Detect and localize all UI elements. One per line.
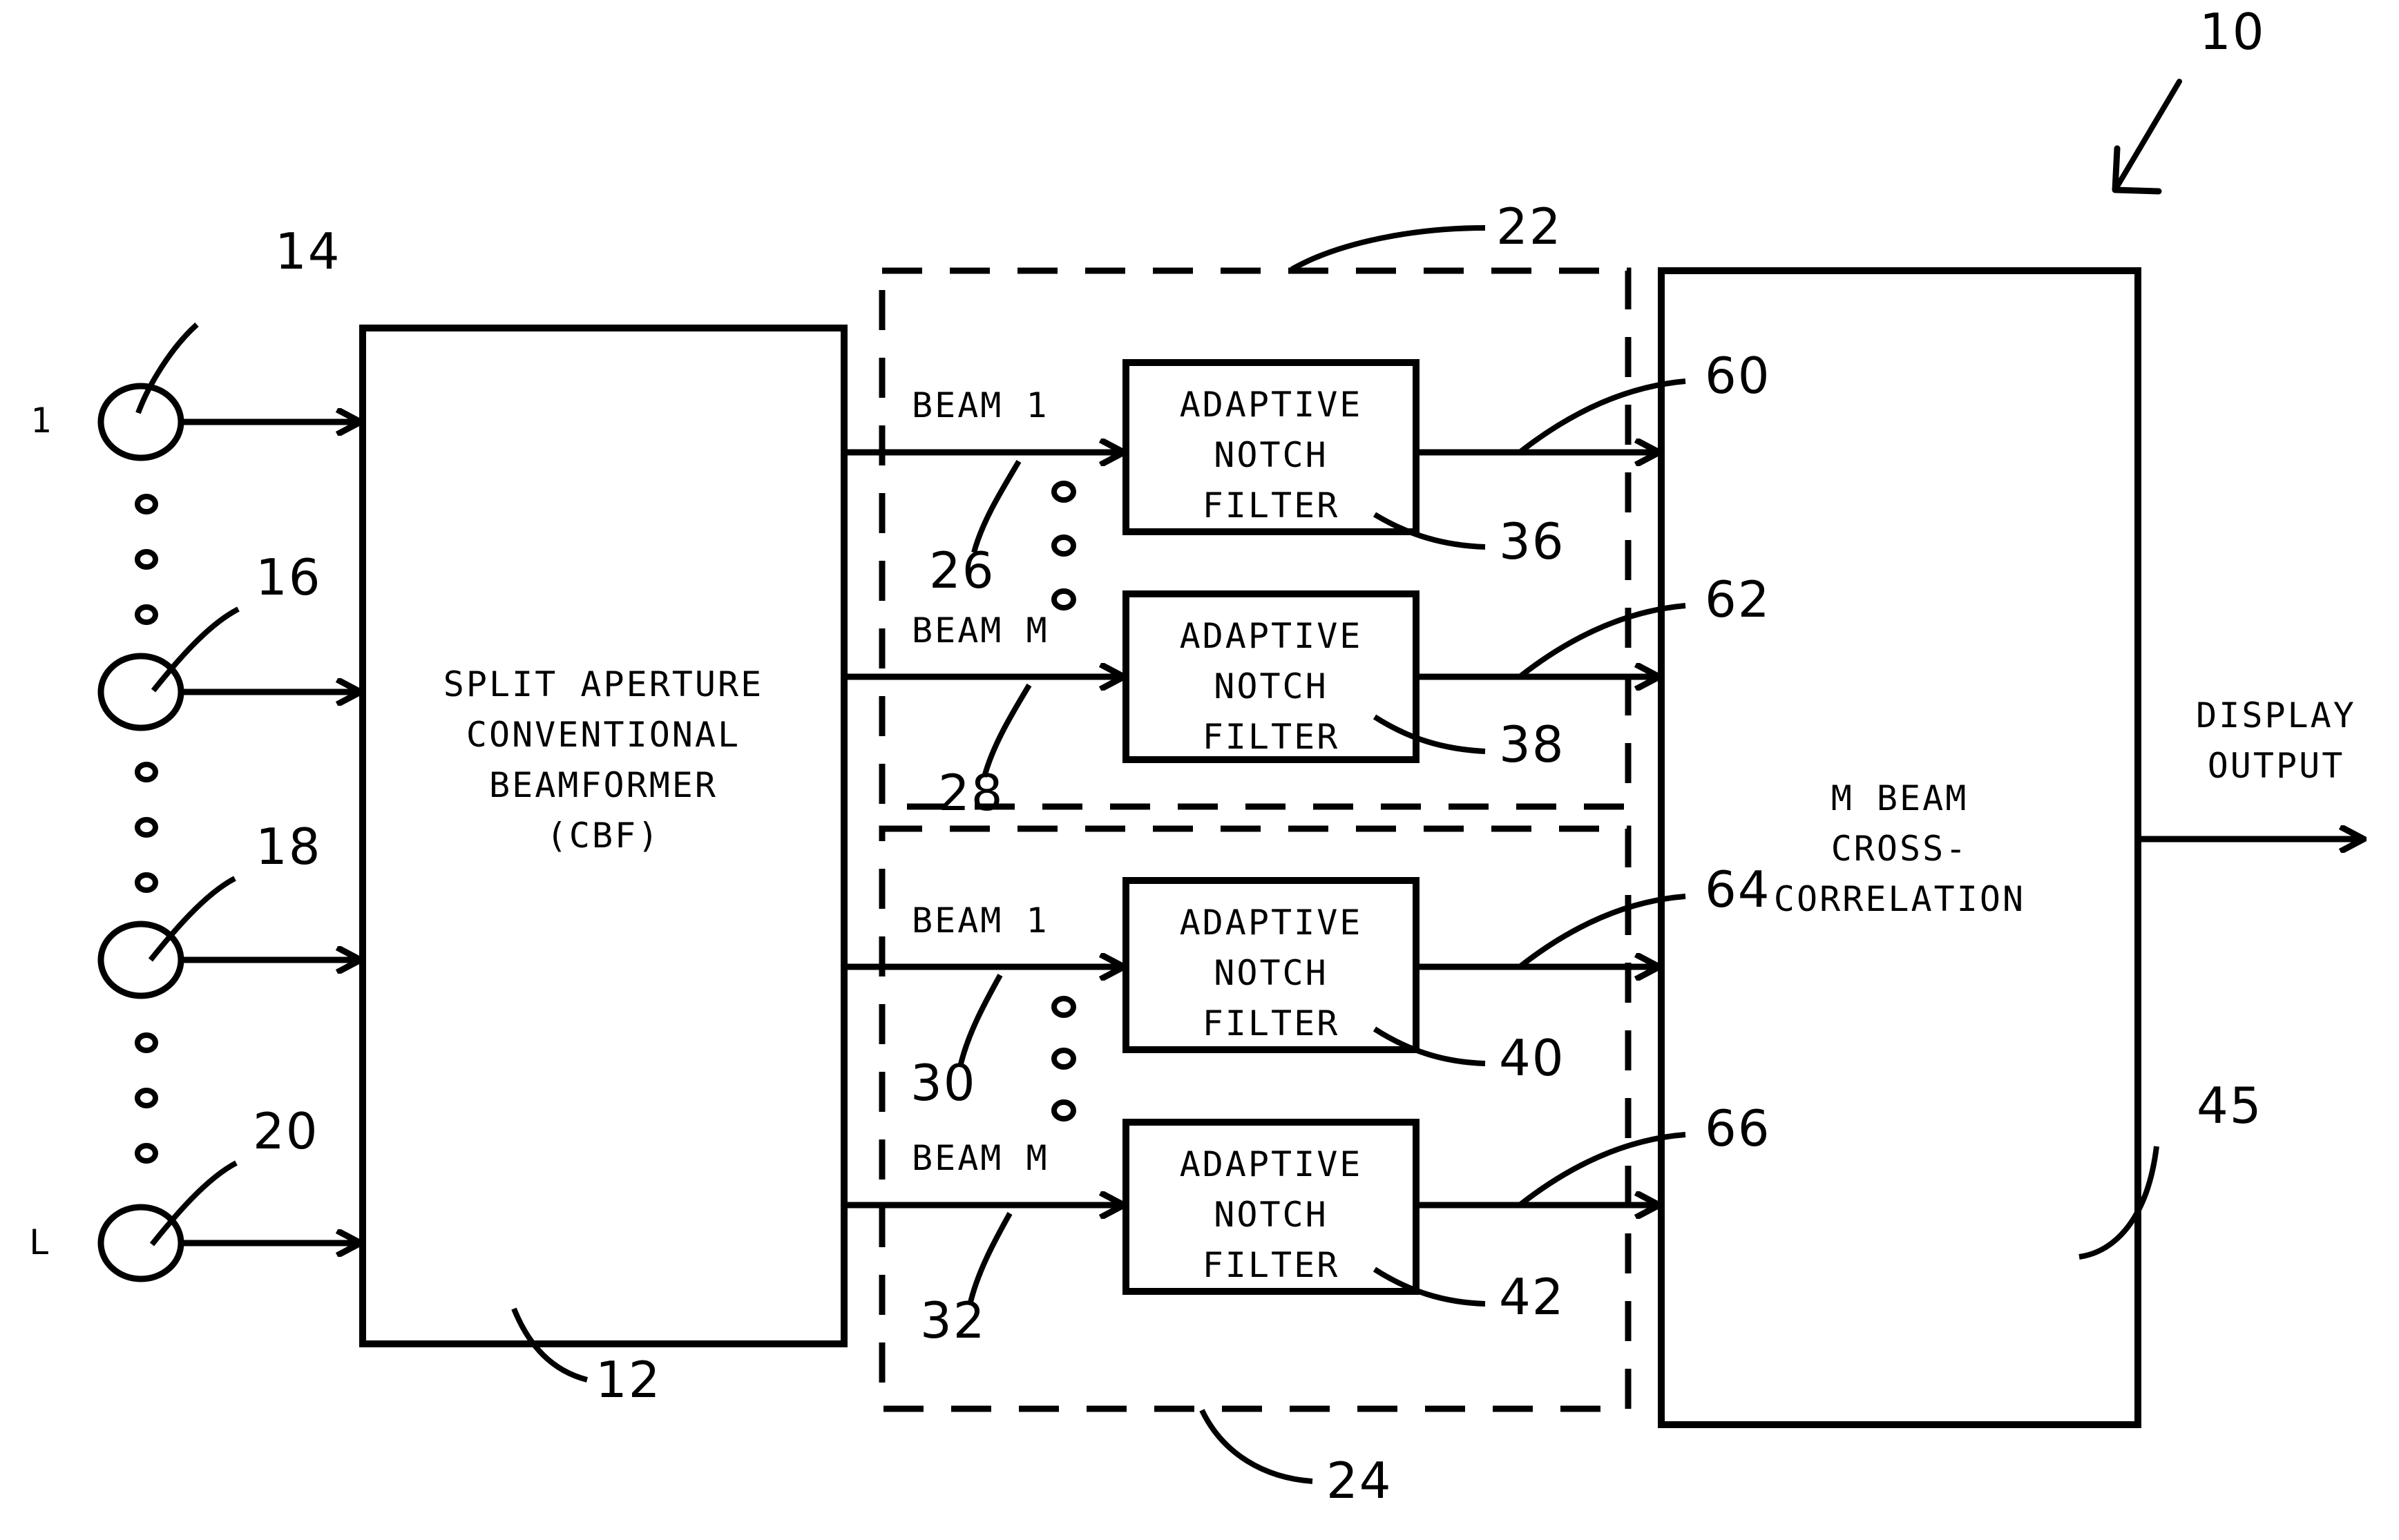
anf-title-upper-1-line1: ADAPTIVE xyxy=(1179,385,1363,425)
output-ref-62: 62 xyxy=(1705,570,1771,628)
anf-title-lower-1-line3: FILTER xyxy=(1202,1003,1340,1043)
anf-title-upper-1-line3: FILTER xyxy=(1202,485,1340,526)
anf-title-lower-1-line2: NOTCH xyxy=(1214,953,1328,993)
sensor-ref-18: 18 xyxy=(256,818,322,876)
anf-title-upper-2-line1: ADAPTIVE xyxy=(1179,616,1363,656)
figure-ref-10: 10 xyxy=(2199,3,2266,61)
cbf-block-title-line2: CONVENTIONAL xyxy=(466,715,741,755)
anf-ref-40: 40 xyxy=(1499,1029,1565,1087)
lower-group-ref-24: 24 xyxy=(1326,1452,1393,1510)
beam-label-lower-2: BEAM M xyxy=(912,1138,1049,1178)
figure-ref-10-leader xyxy=(2112,79,2182,195)
beam-label-upper-2: BEAM M xyxy=(912,610,1049,651)
anf-title-upper-2-line3: FILTER xyxy=(1202,717,1340,757)
anf-title-upper-1-line2: NOTCH xyxy=(1214,435,1328,475)
display-output-line1: DISPLAY xyxy=(2196,695,2356,735)
sensor-ref-16: 16 xyxy=(256,548,322,606)
anf-title-lower-2-line3: FILTER xyxy=(1202,1245,1340,1285)
beam-ref-32: 32 xyxy=(920,1291,986,1349)
anf-title-lower-2-line2: NOTCH xyxy=(1214,1195,1328,1235)
display-output-line2: OUTPUT xyxy=(2207,746,2345,786)
anf-title-upper-2-line2: NOTCH xyxy=(1214,666,1328,706)
sensor-ref-20: 20 xyxy=(253,1102,319,1160)
beam-label-lower-1: BEAM 1 xyxy=(912,901,1049,941)
sensor-label-first: 1 xyxy=(30,401,52,441)
sensor-array xyxy=(97,323,359,1282)
upper-group-ref-22: 22 xyxy=(1496,198,1562,256)
anf-title-lower-2-line1: ADAPTIVE xyxy=(1179,1144,1363,1184)
beam-ref-28: 28 xyxy=(938,764,1004,822)
correlator-title-line3: CORRELATION xyxy=(1773,879,2026,919)
cbf-block-title-line4: (CBF) xyxy=(546,816,661,856)
correlator-title-line2: CROSS- xyxy=(1831,829,1969,869)
cbf-block-ref-12: 12 xyxy=(595,1351,662,1409)
output-ref-66: 66 xyxy=(1705,1099,1771,1157)
sensor-ref-14: 14 xyxy=(275,222,341,280)
correlator-ref-45: 45 xyxy=(2197,1077,2263,1135)
anf-ref-38: 38 xyxy=(1499,715,1565,773)
beam-ref-26: 26 xyxy=(929,541,995,599)
anf-ref-42: 42 xyxy=(1499,1268,1565,1326)
beam-label-upper-1: BEAM 1 xyxy=(912,385,1049,425)
anf-title-lower-1-line1: ADAPTIVE xyxy=(1179,903,1363,943)
cbf-block-title-line1: SPLIT APERTURE xyxy=(443,664,764,704)
sensor-label-last: L xyxy=(29,1222,51,1262)
beam-ref-30: 30 xyxy=(910,1054,977,1112)
anf-ref-36: 36 xyxy=(1499,512,1565,570)
correlator-title-line1: M BEAM xyxy=(1831,778,1969,818)
diagram-artwork xyxy=(97,79,2399,1484)
cbf-block-title-line3: BEAMFORMER xyxy=(488,765,718,805)
output-ref-60: 60 xyxy=(1705,347,1771,405)
patent-figure-canvas: 10 1 L 14 16 18 20 SPLIT APERTURE CONVEN… xyxy=(0,0,2399,1540)
